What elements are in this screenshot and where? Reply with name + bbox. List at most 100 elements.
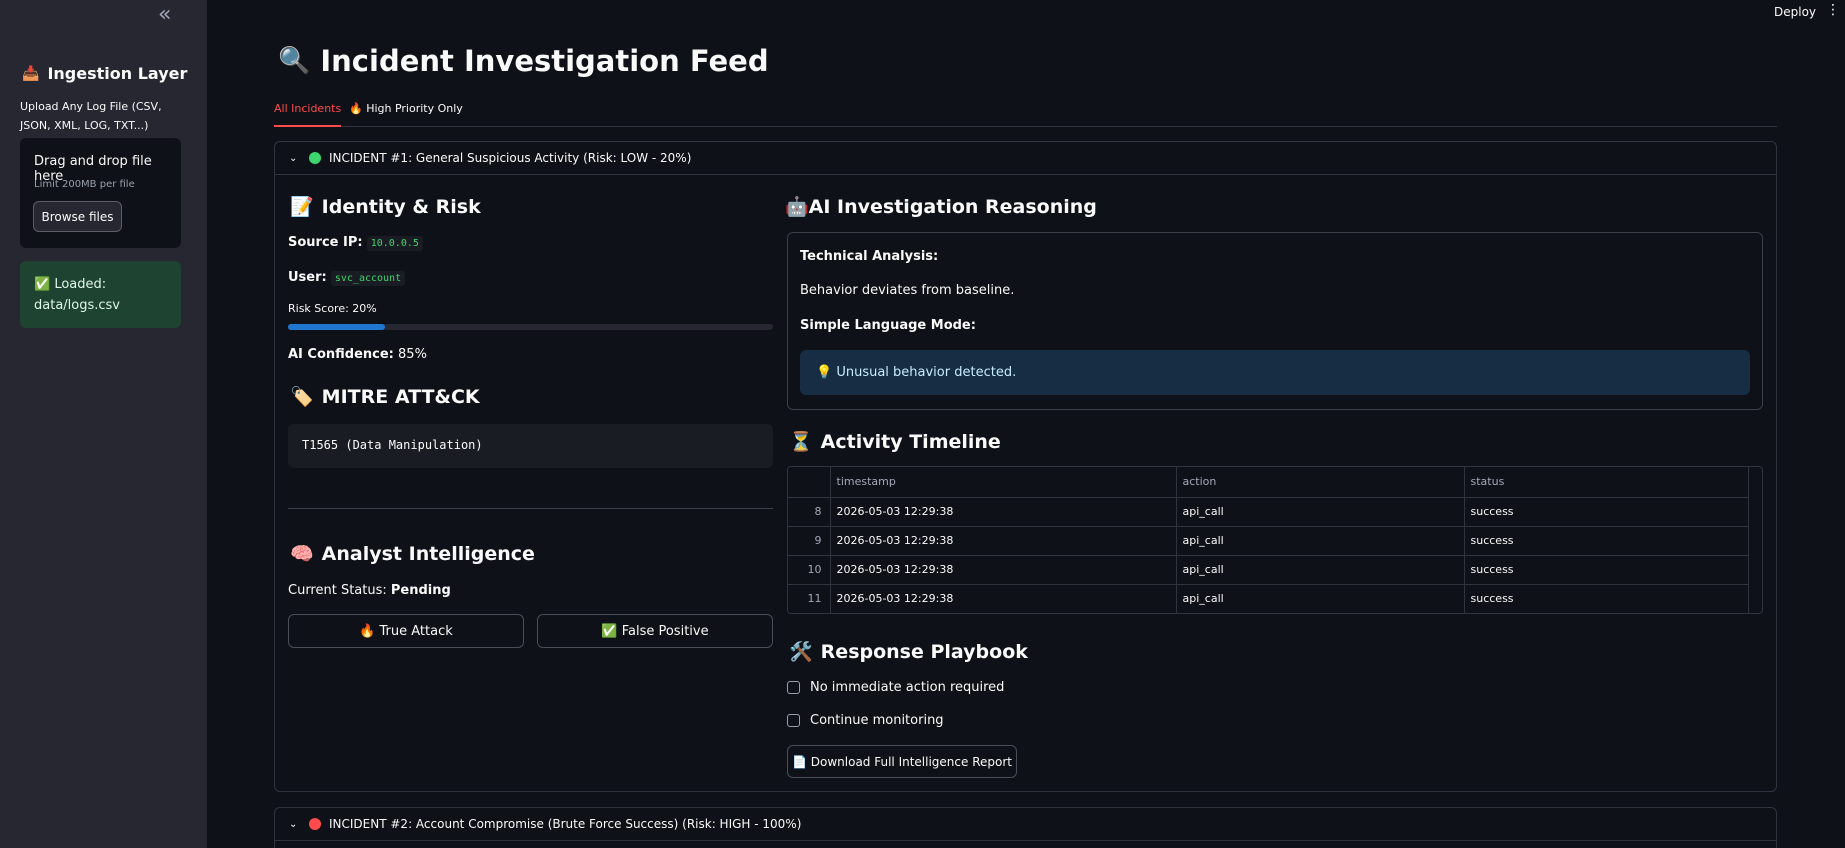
timeline-heading-text: Activity Timeline (820, 430, 1001, 453)
cell-action[interactable]: api_call (1176, 526, 1465, 556)
divider (288, 508, 773, 509)
source-ip-label: Source IP: (288, 235, 363, 250)
incident-title: INCIDENT #1: General Suspicious Activity… (329, 151, 692, 165)
brain-icon: 🧠 (290, 543, 314, 565)
status-dot-icon (309, 152, 321, 164)
mitre-technique-code: T1565 (Data Manipulation) (288, 424, 773, 468)
file-dropzone[interactable]: Drag and drop file here Limit 200MB per … (20, 138, 181, 248)
confidence-value: 85% (398, 347, 427, 362)
loaded-label: ✅ Loaded: (34, 277, 107, 292)
cell-status[interactable]: success (1464, 555, 1749, 585)
loaded-file: data/logs.csv (34, 298, 120, 313)
identity-risk-heading-text: Identity & Risk (321, 195, 481, 218)
page-title-text: Incident Investigation Feed (320, 44, 769, 78)
table-row: 9 2026-05-03 12:29:38 api_call success (788, 526, 1749, 556)
magnifier-icon: 🔍 (278, 46, 311, 76)
simple-language-label: Simple Language Mode: (800, 318, 976, 333)
analyst-heading: 🧠 Analyst Intelligence (290, 542, 535, 566)
row-index: 9 (788, 526, 831, 556)
cell-status[interactable]: success (1464, 526, 1749, 556)
status-dot-icon (309, 818, 321, 830)
checkbox[interactable] (787, 681, 800, 694)
risk-progress-fill (288, 324, 385, 330)
table-row: 10 2026-05-03 12:29:38 api_call success (788, 555, 1749, 585)
cell-timestamp[interactable]: 2026-05-03 12:29:38 (830, 497, 1177, 527)
true-attack-button[interactable]: 🔥 True Attack (288, 614, 524, 648)
collapse-sidebar-icon[interactable]: « (158, 2, 171, 27)
analyst-status-value: Pending (390, 583, 451, 598)
confidence-row: AI Confidence: 85% (288, 347, 427, 362)
upload-label: Upload Any Log File (CSV, JSON, XML, LOG… (20, 100, 162, 132)
column-header-status[interactable]: status (1464, 467, 1749, 498)
tab-bar: All Incidents 🔥 High Priority Only (274, 100, 1777, 127)
confidence-label: AI Confidence: (288, 347, 394, 362)
risk-progress-bar (288, 324, 773, 330)
memo-icon: 📝 (290, 196, 314, 218)
technical-analysis-text: Behavior deviates from baseline. (800, 283, 1015, 298)
analyst-status-row: Current Status: Pending (288, 583, 451, 598)
analyst-heading-text: Analyst Intelligence (321, 542, 535, 565)
cell-timestamp[interactable]: 2026-05-03 12:29:38 (830, 584, 1177, 613)
incident-header[interactable]: ⌄ INCIDENT #1: General Suspicious Activi… (275, 142, 1776, 175)
page-title: 🔍 Incident Investigation Feed (278, 44, 769, 78)
mitre-heading: 🏷️ MITRE ATT&CK (290, 385, 480, 409)
cell-timestamp[interactable]: 2026-05-03 12:29:38 (830, 555, 1177, 585)
playbook-heading-text: Response Playbook (820, 640, 1028, 663)
checkbox[interactable] (787, 714, 800, 727)
cell-status[interactable]: success (1464, 584, 1749, 613)
row-index: 10 (788, 555, 831, 585)
main-menu-icon[interactable]: ⋮ (1826, 2, 1840, 18)
false-positive-button[interactable]: ✅ False Positive (537, 614, 773, 648)
analyst-status-label: Current Status: (288, 583, 387, 598)
identity-risk-heading: 📝 Identity & Risk (290, 195, 481, 219)
incident-title: INCIDENT #2: Account Compromise (Brute F… (329, 817, 802, 831)
ai-reasoning-heading: 🤖AI Investigation Reasoning (785, 195, 1097, 218)
tools-icon: 🛠️ (789, 641, 813, 663)
chevron-down-icon: ⌄ (289, 152, 298, 164)
ai-reasoning-heading-text: 🤖AI Investigation Reasoning (785, 196, 1097, 218)
inbox-tray-icon: 📥 (22, 65, 40, 82)
cell-action[interactable]: api_call (1176, 555, 1465, 585)
row-index: 11 (788, 584, 831, 613)
simple-language-alert: 💡 Unusual behavior detected. (800, 350, 1750, 395)
user-label: User: (288, 270, 327, 285)
loaded-status-alert: ✅ Loaded: data/logs.csv (20, 261, 181, 328)
chevron-down-icon: ⌄ (289, 818, 298, 830)
deploy-button[interactable]: Deploy (1774, 5, 1816, 19)
sidebar: « 📥 Ingestion Layer Upload Any Log File … (0, 0, 207, 848)
row-index: 8 (788, 497, 831, 527)
tab-high-priority[interactable]: 🔥 High Priority Only (349, 102, 463, 127)
user-row: User: svc_account (288, 270, 406, 286)
dropzone-limit: Limit 200MB per file (34, 179, 135, 190)
playbook-heading: 🛠️ Response Playbook (789, 640, 1028, 664)
playbook-item-2[interactable]: Continue monitoring (787, 713, 944, 728)
risk-score-label: Risk Score: 20% (288, 302, 377, 315)
table-row: 8 2026-05-03 12:29:38 api_call success (788, 497, 1749, 527)
cell-action[interactable]: api_call (1176, 584, 1465, 613)
source-ip-value: 10.0.0.5 (366, 236, 423, 251)
cell-timestamp[interactable]: 2026-05-03 12:29:38 (830, 526, 1177, 556)
cell-action[interactable]: api_call (1176, 497, 1465, 527)
incident-expander: ⌄ INCIDENT #2: Account Compromise (Brute… (274, 807, 1777, 848)
incident-header[interactable]: ⌄ INCIDENT #2: Account Compromise (Brute… (275, 808, 1776, 841)
column-header-timestamp[interactable]: timestamp (830, 467, 1177, 498)
download-report-button[interactable]: 📄 Download Full Intelligence Report (787, 745, 1017, 778)
reasoning-container: Technical Analysis: Behavior deviates fr… (787, 232, 1763, 410)
column-header-index[interactable] (788, 467, 831, 498)
mitre-heading-text: MITRE ATT&CK (321, 385, 480, 408)
timeline-table[interactable]: timestamp action status 8 2026-05-03 12:… (787, 466, 1763, 614)
sidebar-title-text: Ingestion Layer (47, 64, 188, 83)
hourglass-icon: ⏳ (789, 431, 813, 453)
technical-analysis-label: Technical Analysis: (800, 249, 939, 264)
table-header-row: timestamp action status (788, 467, 1749, 498)
tab-all-incidents[interactable]: All Incidents (274, 102, 342, 127)
table-row: 11 2026-05-03 12:29:38 api_call success (788, 584, 1749, 613)
source-ip-row: Source IP: 10.0.0.5 (288, 235, 423, 251)
playbook-item-1[interactable]: No immediate action required (787, 680, 1004, 695)
playbook-item-label: Continue monitoring (810, 713, 944, 728)
playbook-item-label: No immediate action required (810, 680, 1005, 695)
browse-files-button[interactable]: Browse files (33, 201, 122, 232)
column-header-action[interactable]: action (1176, 467, 1465, 498)
timeline-heading: ⏳ Activity Timeline (789, 430, 1001, 454)
cell-status[interactable]: success (1464, 497, 1749, 527)
